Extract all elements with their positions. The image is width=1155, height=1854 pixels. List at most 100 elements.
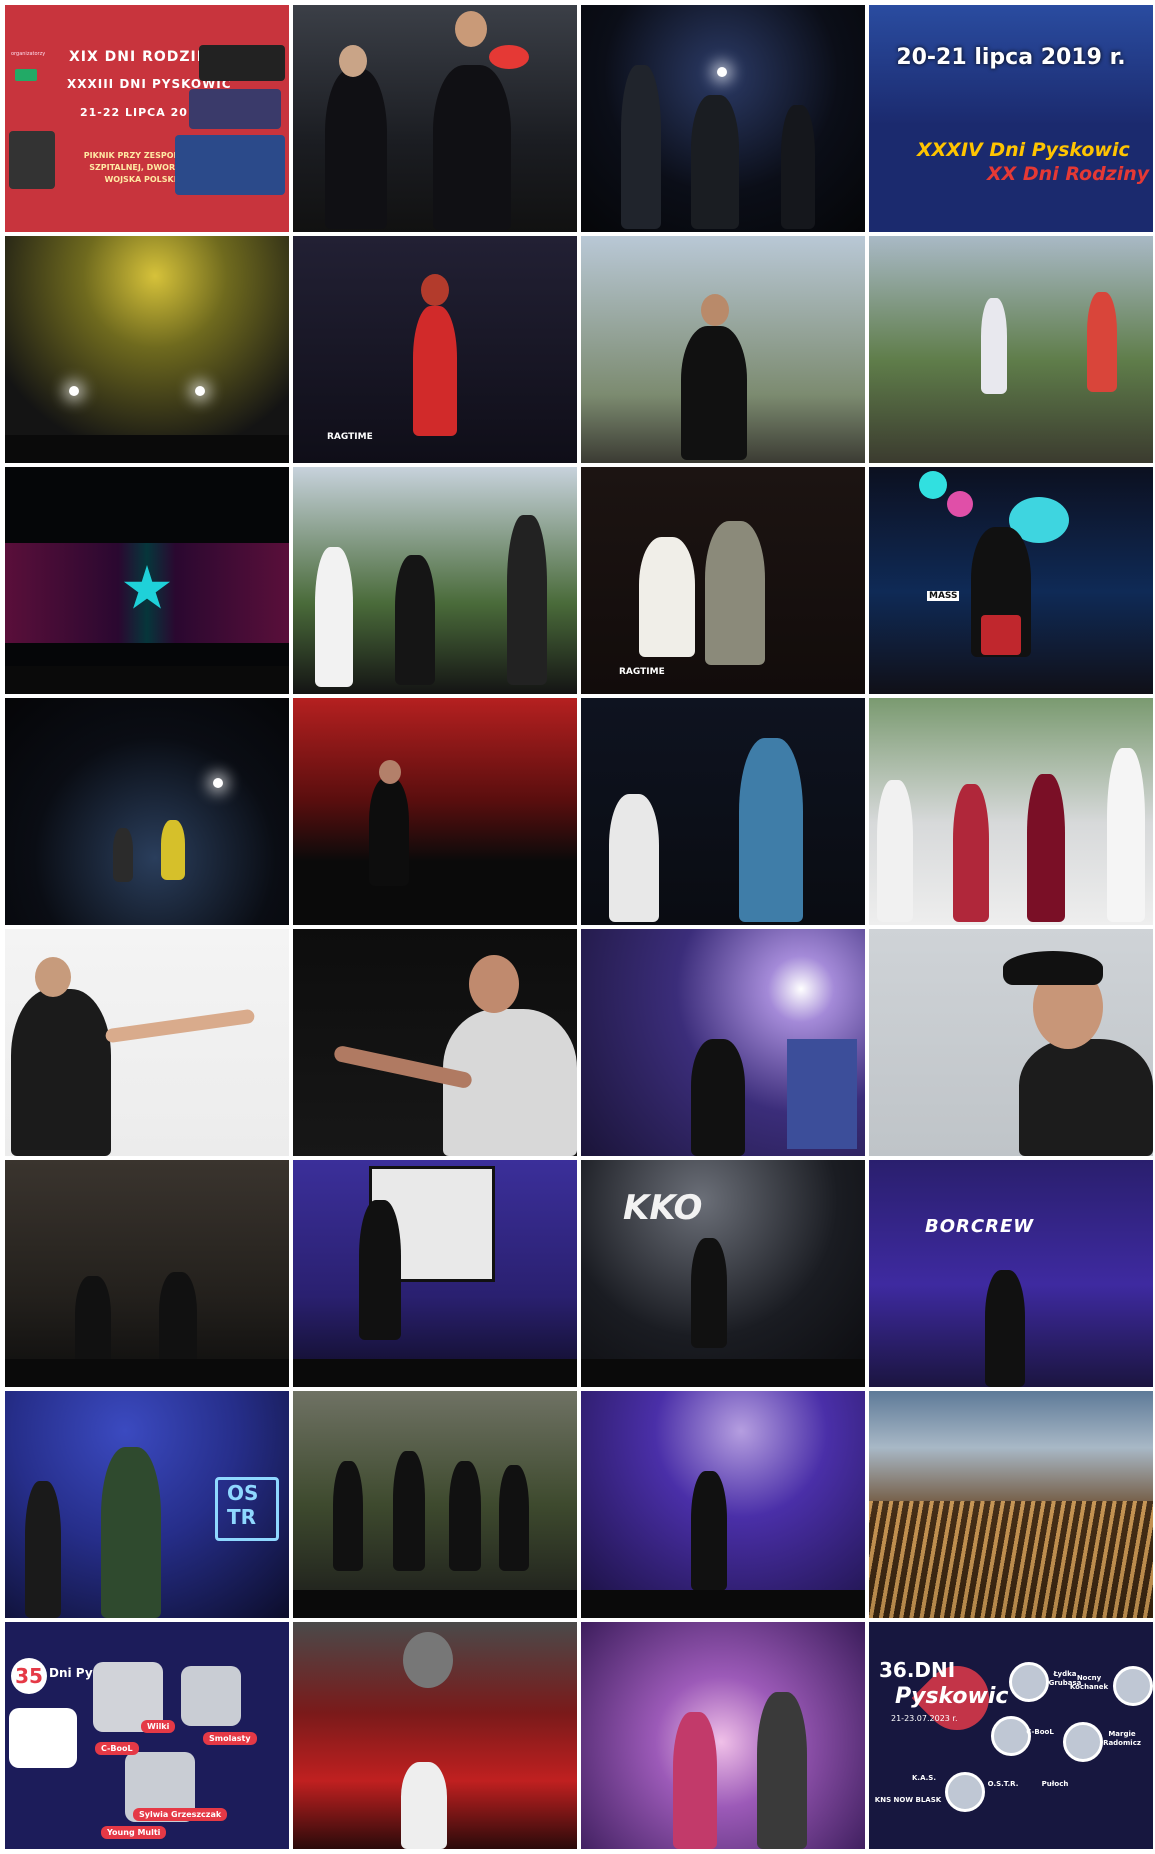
performer — [75, 1276, 111, 1372]
poster-date: 20-21 lipca 2019 r. — [896, 45, 1126, 70]
photo-guitarists — [581, 698, 865, 925]
photo-kko-stage: KKO — [581, 1160, 865, 1387]
performer — [449, 1461, 481, 1571]
poster-2019: 20-21 lipca 2019 r. XXXIV Dni Pyskowic X… — [869, 5, 1153, 232]
poster-artist-name: Nocny Kochanek — [1069, 1674, 1109, 1691]
performer — [691, 1471, 727, 1591]
photo-ostr: OS TR — [5, 1391, 289, 1618]
crowd — [869, 1501, 1153, 1618]
stage-light — [213, 778, 223, 788]
performer — [691, 1039, 745, 1156]
photo-band-trees — [293, 467, 577, 694]
photo-band-wooden-stage — [5, 1160, 289, 1387]
photo-crew-jumping — [293, 1391, 577, 1618]
poster-artist-name: C-BooL — [1026, 1728, 1054, 1736]
performer-head — [455, 11, 487, 47]
poster-artist-name: O.S.T.R. — [987, 1780, 1019, 1788]
photo-singer-closeup — [869, 929, 1153, 1156]
trumpet-icon — [489, 45, 529, 69]
poster-artist-tag: Wilki — [141, 1720, 176, 1733]
performer — [739, 738, 803, 922]
performer — [1107, 748, 1145, 922]
poster-artist-name: Pułoch — [1041, 1780, 1069, 1788]
stage-floor — [293, 1590, 577, 1618]
performer — [325, 69, 387, 229]
performer — [159, 1272, 197, 1372]
photo-rapper-headband — [293, 929, 577, 1156]
performer — [499, 1465, 529, 1571]
poster-artist-tag: Young Multi — [101, 1826, 167, 1839]
photo-neon-stage: MASS — [869, 467, 1153, 694]
poster-photo — [199, 45, 285, 81]
performer — [369, 778, 409, 886]
performer — [639, 537, 695, 657]
performer — [609, 794, 659, 922]
artist-avatar — [1009, 1662, 1049, 1702]
stage-floor — [581, 1590, 865, 1618]
performer — [113, 828, 133, 882]
photo-singer-red-backdrop — [293, 698, 577, 925]
stage-floor — [581, 1359, 865, 1387]
photo-star-stage — [5, 467, 289, 694]
pointing-arm — [104, 1008, 256, 1044]
performer — [507, 515, 547, 685]
poster-title: XIX DNI RODZINY — [69, 49, 221, 65]
photo-confetti-stage — [5, 236, 289, 463]
poster-2018: organizatorzy XIX DNI RODZINY XXXIII DNI… — [5, 5, 289, 232]
performer-head — [339, 45, 367, 77]
performer — [673, 1712, 717, 1849]
poster-artist-name: K.A.S. — [912, 1774, 936, 1782]
performer — [953, 784, 989, 922]
performer — [681, 326, 747, 460]
ostr-logo-line2: TR — [227, 1505, 257, 1529]
photo-dark-stage-lights — [5, 698, 289, 925]
performer — [981, 615, 1021, 655]
performer — [621, 65, 661, 229]
cap — [1003, 951, 1103, 985]
kko-logo: KKO — [623, 1188, 703, 1228]
organizer-logo-icon — [15, 69, 37, 81]
performer — [395, 555, 435, 685]
poster-artist-tag: Sylwia Grzeszczak — [133, 1808, 228, 1821]
neon-dot — [947, 491, 973, 517]
performer — [705, 521, 765, 665]
photo-rapper-daylight — [581, 236, 865, 463]
performer — [413, 306, 457, 436]
stage-floor — [5, 435, 289, 463]
poster-artist-tag: Smolasty — [203, 1732, 257, 1745]
performer-head — [403, 1632, 453, 1688]
photo-collage: organizatorzy XIX DNI RODZINY XXXIII DNI… — [5, 5, 1153, 1849]
stage-light — [195, 386, 205, 396]
performer — [433, 65, 511, 230]
performer — [985, 1270, 1025, 1387]
poster-photo — [189, 89, 281, 129]
ragtime-sign: RAGTIME — [327, 432, 373, 442]
photo-outdoor-band — [869, 236, 1153, 463]
borcrew-logo: BORCREW — [925, 1216, 1035, 1237]
photo-crowd — [869, 1391, 1153, 1618]
poster-card — [181, 1666, 241, 1726]
photo-rapper-blue-stage — [293, 1160, 577, 1387]
performer — [691, 95, 739, 229]
performer — [781, 105, 815, 229]
performer-head — [35, 957, 71, 997]
poster-photo — [9, 131, 55, 189]
performer-head — [701, 294, 729, 326]
performer — [359, 1200, 401, 1340]
performer — [401, 1762, 447, 1849]
ostr-logo-line1: OS — [227, 1481, 259, 1505]
poster-artist-tag: C-BooL — [95, 1742, 139, 1755]
performer-head — [421, 274, 449, 306]
performer — [25, 1481, 61, 1618]
photo-duo-trumpet — [293, 5, 577, 232]
photo-rapper-white — [5, 929, 289, 1156]
artist-avatar — [1113, 1666, 1153, 1706]
performer — [333, 1461, 363, 1571]
poster-title: 36.DNI — [879, 1658, 956, 1682]
photo-singer-purple — [581, 929, 865, 1156]
performer — [877, 780, 913, 922]
poster-edition-number: 35 — [11, 1658, 47, 1694]
performer — [1087, 292, 1117, 392]
poster-subtitle: XX Dni Rodziny — [987, 163, 1150, 185]
performer — [1019, 1039, 1153, 1156]
